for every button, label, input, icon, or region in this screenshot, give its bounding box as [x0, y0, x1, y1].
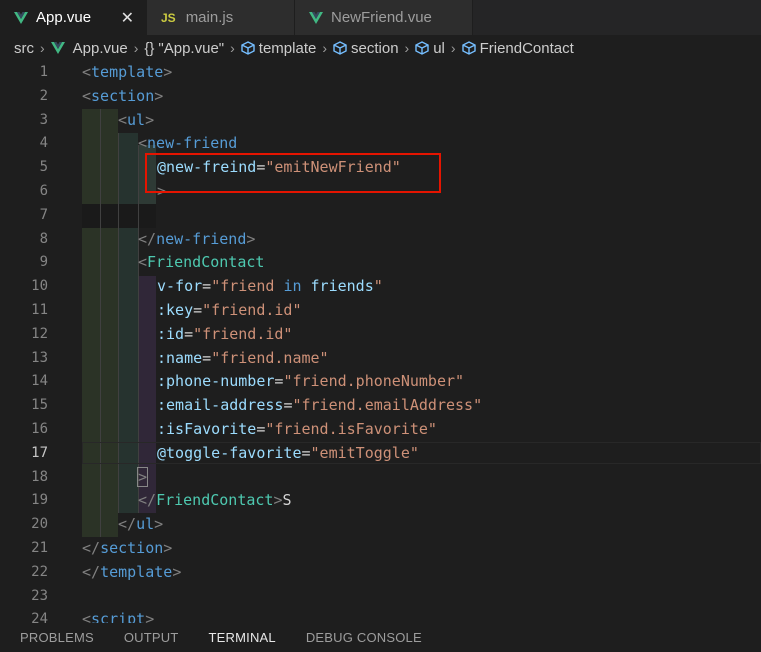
editor-tab-bar: App.vue ✕ JS main.js NewFriend.vue: [0, 0, 761, 35]
tab-terminal[interactable]: TERMINAL: [209, 630, 276, 645]
line-number: 16: [31, 421, 48, 437]
line-number: 23: [31, 587, 48, 604]
line-number: 2: [39, 87, 48, 104]
code-line: 19 </FriendContact>S: [0, 489, 761, 513]
code-line: 1 <template>: [0, 61, 761, 85]
line-number: 8: [39, 230, 48, 247]
code-line: 2 <section>: [0, 85, 761, 109]
tab-problems[interactable]: PROBLEMS: [20, 630, 94, 645]
code-line: 24 <script>: [0, 608, 761, 623]
line-number: 7: [39, 206, 48, 223]
code-line: 9 <FriendContact: [0, 251, 761, 275]
cube-icon: [333, 41, 347, 55]
code-line: 18 >: [0, 466, 761, 490]
chevron-right-icon: ›: [404, 40, 410, 56]
code-line: 11 :key="friend.id": [0, 299, 761, 323]
code-line: 7: [0, 204, 761, 228]
code-line: 20 </ul>: [0, 513, 761, 537]
js-icon: JS: [161, 10, 176, 25]
chevron-right-icon: ›: [322, 40, 328, 56]
tab-newfriend-vue[interactable]: NewFriend.vue: [295, 0, 473, 35]
line-number: 12: [31, 325, 48, 342]
line-number: 6: [39, 183, 48, 199]
tab-label: App.vue: [36, 9, 92, 26]
breadcrumb: src › App.vue › {} "App.vue" › template …: [0, 35, 761, 61]
tab-output[interactable]: OUTPUT: [124, 630, 179, 645]
line-number: 13: [31, 349, 48, 366]
breadcrumb-item-app-vue[interactable]: App.vue: [73, 40, 128, 57]
line-number: 10: [31, 278, 48, 295]
line-number: 11: [31, 302, 48, 318]
breadcrumb-item-ul[interactable]: ul: [433, 40, 445, 57]
tab-label: main.js: [185, 9, 234, 26]
breadcrumb-item-friendcontact[interactable]: FriendContact: [480, 40, 574, 57]
code-line: 13 :name="friend.name": [0, 347, 761, 371]
breadcrumb-item-src[interactable]: src: [14, 40, 34, 57]
cube-icon: [461, 41, 476, 55]
code-line: 14 :phone-number="friend.phoneNumber": [0, 370, 761, 394]
line-number: 19: [31, 492, 48, 509]
line-number: 20: [31, 516, 48, 533]
braces-icon: {}: [144, 39, 155, 57]
chevron-right-icon: ›: [230, 40, 235, 56]
line-number: 4: [39, 135, 48, 152]
cube-icon: [415, 41, 429, 55]
code-line: 16 :isFavorite="friend.isFavorite": [0, 418, 761, 442]
line-number: 14: [31, 373, 48, 390]
line-number: 18: [31, 468, 48, 485]
annotation-highlight-box: [145, 153, 441, 193]
line-number: 22: [31, 563, 48, 580]
breadcrumb-item-template[interactable]: template: [259, 40, 317, 57]
code-line: 10 v-for="friend in friends": [0, 275, 761, 299]
code-line: 22 </template>: [0, 561, 761, 585]
vue-icon: [50, 42, 65, 54]
line-number: 3: [39, 111, 48, 128]
code-line: 23: [0, 585, 761, 609]
panel-tab-bar: PROBLEMS OUTPUT TERMINAL DEBUG CONSOLE: [0, 623, 761, 652]
code-line: 21 </section>: [0, 537, 761, 561]
chevron-right-icon: ›: [450, 40, 456, 56]
tab-main-js[interactable]: JS main.js: [147, 0, 295, 35]
breadcrumb-item-object[interactable]: "App.vue": [158, 40, 224, 57]
tab-debug-console[interactable]: DEBUG CONSOLE: [306, 630, 422, 645]
line-number: 1: [39, 64, 48, 80]
line-number: 9: [39, 254, 48, 271]
code-line: 12 :id="friend.id": [0, 323, 761, 347]
chevron-right-icon: ›: [40, 40, 45, 56]
code-line: 15 :email-address="friend.emailAddress": [0, 394, 761, 418]
line-number: 15: [31, 397, 48, 414]
tab-label: NewFriend.vue: [331, 9, 432, 26]
line-number: 17: [31, 444, 48, 461]
vue-icon: [14, 11, 28, 24]
code-line: 17 @toggle-favorite="emitToggle": [0, 442, 761, 466]
chevron-right-icon: ›: [133, 40, 139, 56]
code-line: 3 <ul>: [0, 109, 761, 133]
line-number: 21: [31, 540, 48, 556]
vue-icon: [309, 11, 323, 24]
breadcrumb-item-section[interactable]: section: [351, 40, 399, 57]
close-icon[interactable]: ✕: [121, 8, 134, 28]
line-number: 5: [39, 159, 48, 176]
code-line: 8 </new-friend>: [0, 228, 761, 252]
code-editor[interactable]: 1 <template> 2 <section> 3 <ul> 4 <new-f…: [0, 61, 761, 623]
line-number: 24: [31, 611, 48, 623]
cube-icon: [241, 41, 255, 55]
tab-app-vue[interactable]: App.vue ✕: [0, 0, 147, 35]
